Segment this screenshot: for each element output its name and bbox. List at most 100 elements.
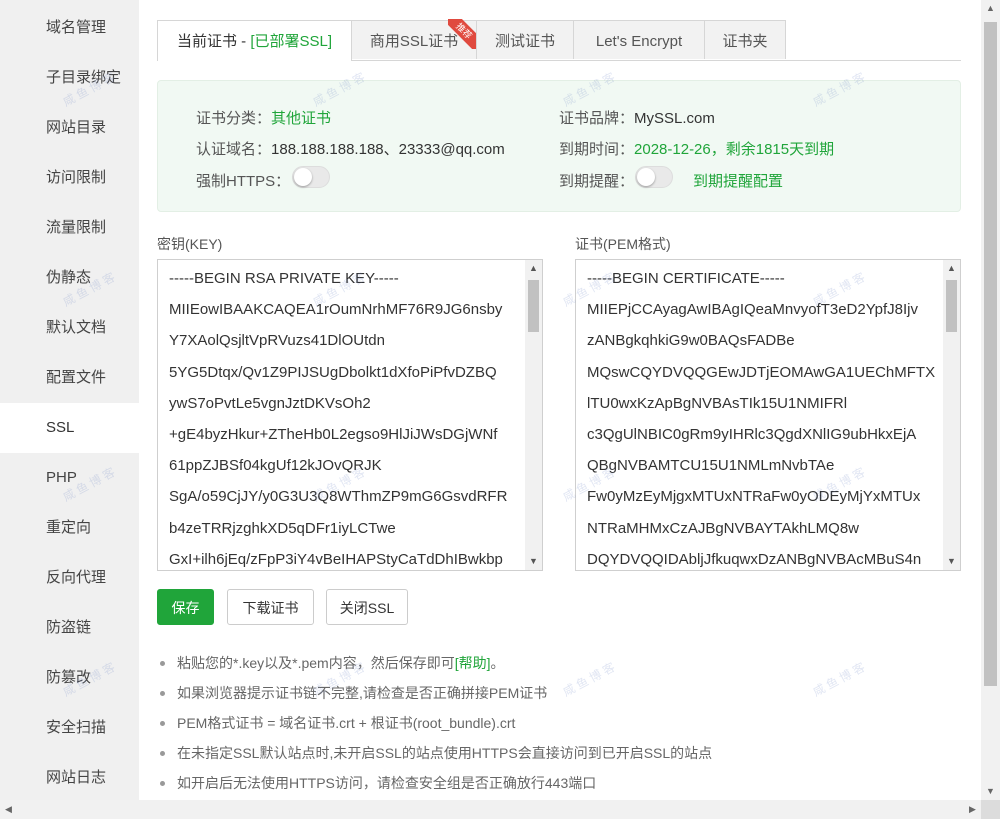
sidebar-item-php[interactable]: PHP xyxy=(0,453,139,503)
tab-test-cert[interactable]: 测试证书 xyxy=(476,20,574,59)
expiry-remind-config-link[interactable]: 到期提醒配置 xyxy=(693,170,783,191)
key-textarea[interactable]: -----BEGIN RSA PRIVATE KEY----- MIIEowIBA… xyxy=(157,259,543,571)
cert-category-value: 其他证书 xyxy=(271,110,332,127)
list-item: 粘贴您的*.key以及*.pem内容，然后保存即可[帮助]。 xyxy=(159,648,959,678)
sidebar-item-site-dir[interactable]: 网站目录 xyxy=(0,103,139,153)
scroll-up-icon[interactable]: ▲ xyxy=(981,0,1000,17)
recommend-badge-text: 推荐 xyxy=(448,19,478,49)
text-line: c3QgUlNBIC0gRm9yIHRlc3QgdXNlIG9ubHkxEjA xyxy=(587,426,917,444)
sidebar-item-access-limit[interactable]: 访问限制 xyxy=(0,153,139,203)
scroll-down-icon[interactable]: ▼ xyxy=(943,553,960,570)
scroll-thumb[interactable] xyxy=(984,22,997,686)
key-label: 密钥(KEY) xyxy=(157,236,223,252)
force-https-label: 强制HTTPS： xyxy=(196,173,291,190)
sidebar: 域名管理 子目录绑定 网站目录 访问限制 流量限制 伪静态 默认文档 配置文件 … xyxy=(0,0,139,819)
tab-current-cert-label: 当前证书 - xyxy=(176,33,251,50)
cert-category-label: 证书分类： xyxy=(196,110,272,127)
text-line: DQYDVQQIDAbljJfkuqwxDzANBgNVBAcMBuS4n xyxy=(587,550,922,568)
text-line: MIIEowIBAAKCAQEA1rOumNrhMF76R9JG6nsby xyxy=(169,301,503,319)
ssl-tabs: 当前证书 - [已部署SSL] 商用SSL证书 推荐 测试证书 Let's En… xyxy=(157,19,961,61)
sidebar-item-reverse-proxy[interactable]: 反向代理 xyxy=(0,553,139,603)
scroll-right-icon[interactable]: ▶ xyxy=(964,800,981,819)
tab-commercial-ssl[interactable]: 商用SSL证书 推荐 xyxy=(351,19,478,59)
text-line: +gE4byzHkur+ZTheHb0L2egso9HlJiJWsDGjWNf xyxy=(169,426,498,444)
text-line: 5YG5Dtqx/Qv1Z9PIJSUgDbolkt1dXfoPiPfvDZBQ xyxy=(169,363,497,381)
text-line: b4zeTRRjzghkXD5qDFr1iyLCTwe xyxy=(169,519,396,537)
tab-cert-folder[interactable]: 证书夹 xyxy=(704,20,786,59)
sidebar-item-rewrite[interactable]: 伪静态 xyxy=(0,253,139,303)
text-line: NTRaMHMxCzAJBgNVBAYTAkhLMQ8w xyxy=(587,519,859,537)
sidebar-item-site-log[interactable]: 网站日志 xyxy=(0,753,139,803)
close-ssl-button[interactable]: 关闭SSL xyxy=(326,589,408,625)
tip-end: 。 xyxy=(490,655,505,671)
cert-domain-value: 188.188.188.188、23333@qq.com xyxy=(271,141,505,158)
text-line: -----BEGIN RSA PRIVATE KEY----- xyxy=(169,270,399,287)
list-item: 如开启后无法使用HTTPS访问，请检查安全组是否正确放行443端口 xyxy=(159,768,959,798)
text-line: lTU0wxKzApBgNVBAsTIk15U1NMIFRl xyxy=(587,394,848,412)
list-item: 在未指定SSL默认站点时,未开启SSL的站点使用HTTPS会直接访问到已开启SS… xyxy=(159,738,959,768)
cert-brand-value: MySSL.com xyxy=(634,110,715,127)
text-line: SgA/o59CjJY/y0G3U3Q8WThmZP9mG6GsvdRFR xyxy=(169,488,508,506)
download-cert-button[interactable]: 下载证书 xyxy=(227,589,314,625)
cert-domain: 认证域名：188.188.188.188、23333@qq.com xyxy=(196,138,505,159)
sidebar-item-hotlink[interactable]: 防盗链 xyxy=(0,603,139,653)
cert-category: 证书分类：其他证书 xyxy=(196,107,331,128)
scroll-up-icon[interactable]: ▲ xyxy=(525,260,542,277)
text-line: ywS7oPvtLe5vgnJztDKVsOh2 xyxy=(169,394,371,412)
cert-brand: 证书品牌：MySSL.com xyxy=(559,107,715,128)
help-link[interactable]: [帮助] xyxy=(455,655,491,671)
sidebar-item-traffic-limit[interactable]: 流量限制 xyxy=(0,203,139,253)
tips-list: 粘贴您的*.key以及*.pem内容，然后保存即可[帮助]。 如果浏览器提示证书… xyxy=(159,648,959,798)
scroll-thumb[interactable] xyxy=(946,280,957,332)
tab-current-cert-status: [已部署SSL] xyxy=(250,33,333,50)
cert-domain-label: 认证域名： xyxy=(196,141,272,158)
text-line: Y7XAolQsjltVpRVuzs41DlOUtdn xyxy=(169,332,385,350)
recommend-badge: 推荐 xyxy=(448,19,478,49)
cert-textarea[interactable]: -----BEGIN CERTIFICATE----- MIIEPjCCAyagA… xyxy=(575,259,961,571)
text-line: Fw0yMzEyMjgxMTUxNTRaFw0yODEyMjYxMTUx xyxy=(587,488,921,506)
text-line: 61ppZJBSf04kgUf12kJOvQRJK xyxy=(169,457,382,475)
sidebar-item-domain[interactable]: 域名管理 xyxy=(0,3,139,53)
scroll-thumb[interactable] xyxy=(528,280,539,332)
expiry-remind-toggle[interactable] xyxy=(635,166,673,188)
page-vertical-scrollbar[interactable]: ▲ ▼ xyxy=(981,0,1000,800)
save-button[interactable]: 保存 xyxy=(157,589,214,625)
scroll-left-icon[interactable]: ◀ xyxy=(0,800,17,819)
cert-scrollbar[interactable]: ▲ ▼ xyxy=(943,260,960,570)
cert-info-box: 证书分类：其他证书 证书品牌：MySSL.com 认证域名：188.188.18… xyxy=(157,80,961,212)
sidebar-item-security-scan[interactable]: 安全扫描 xyxy=(0,703,139,753)
text-line: QBgNVBAMTCU15U1NMLmNvbTAe xyxy=(587,457,835,475)
scroll-up-icon[interactable]: ▲ xyxy=(943,260,960,277)
expiry-remind-label: 到期提醒： xyxy=(559,173,635,190)
cert-label: 证书(PEM格式) xyxy=(575,236,671,252)
text-line: GxI+ilh6jEq/zFpP3iY4vBeIHAPStyCaTdDhIBwk… xyxy=(169,550,503,568)
sidebar-item-config[interactable]: 配置文件 xyxy=(0,353,139,403)
text-line: -----BEGIN CERTIFICATE----- xyxy=(587,270,785,287)
tip-text: 粘贴您的*.key以及*.pem内容，然后保存即可 xyxy=(177,655,455,671)
tab-current-cert[interactable]: 当前证书 - [已部署SSL] xyxy=(157,20,352,61)
list-item: PEM格式证书 = 域名证书.crt + 根证书(root_bundle).cr… xyxy=(159,708,959,738)
cert-expire-value: 2028-12-26，剩余1815天到期 xyxy=(634,141,835,158)
page-horizontal-scrollbar[interactable]: ◀ ▶ xyxy=(0,800,981,819)
cert-expire: 到期时间：2028-12-26，剩余1815天到期 xyxy=(559,138,834,159)
sidebar-item-redirect[interactable]: 重定向 xyxy=(0,503,139,553)
sidebar-item-ssl[interactable]: SSL xyxy=(0,403,139,453)
key-scrollbar[interactable]: ▲ ▼ xyxy=(525,260,542,570)
force-https-toggle[interactable] xyxy=(292,166,330,188)
scrollbar-corner xyxy=(981,800,1000,819)
cert-expire-label: 到期时间： xyxy=(559,141,635,158)
cert-content: -----BEGIN CERTIFICATE----- MIIEPjCCAyagA… xyxy=(587,263,943,570)
sidebar-item-tamper-proof[interactable]: 防篡改 xyxy=(0,653,139,703)
scroll-down-icon[interactable]: ▼ xyxy=(525,553,542,570)
scroll-down-icon[interactable]: ▼ xyxy=(981,783,1000,800)
cert-brand-label: 证书品牌： xyxy=(559,110,635,127)
tab-commercial-ssl-label: 商用SSL证书 xyxy=(369,33,459,50)
text-line: MQswCQYDVQQGEwJDTjEOMAwGA1UEChMFTX xyxy=(587,363,936,381)
key-content: -----BEGIN RSA PRIVATE KEY----- MIIEowIBA… xyxy=(169,263,525,570)
sidebar-item-default-doc[interactable]: 默认文档 xyxy=(0,303,139,353)
tab-lets-encrypt[interactable]: Let's Encrypt xyxy=(573,20,705,59)
sidebar-item-subdir[interactable]: 子目录绑定 xyxy=(0,53,139,103)
text-line: MIIEPjCCAyagAwIBAgIQeaMnvyofT3eD2YpfJ8Ij… xyxy=(587,301,918,319)
list-item: 如果浏览器提示证书链不完整,请检查是否正确拼接PEM证书 xyxy=(159,678,959,708)
text-line: zANBgkqhkiG9w0BAQsFADBe xyxy=(587,332,795,350)
